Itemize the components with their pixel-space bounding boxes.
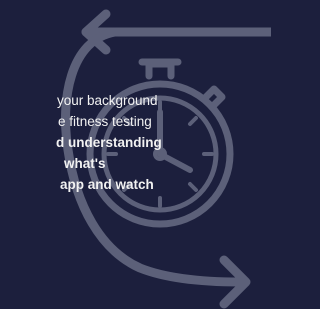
text-line-3: d understanding — [56, 135, 162, 150]
promo-panel: your background e fitness testing d unde… — [0, 0, 271, 309]
text-line-2: e fitness testing — [58, 114, 152, 129]
body-text: your background e fitness testing d unde… — [0, 90, 271, 195]
text-line-5: app and watch — [60, 177, 154, 192]
text-line-4: what's — [64, 156, 106, 171]
text-line-1: your background — [57, 93, 158, 108]
